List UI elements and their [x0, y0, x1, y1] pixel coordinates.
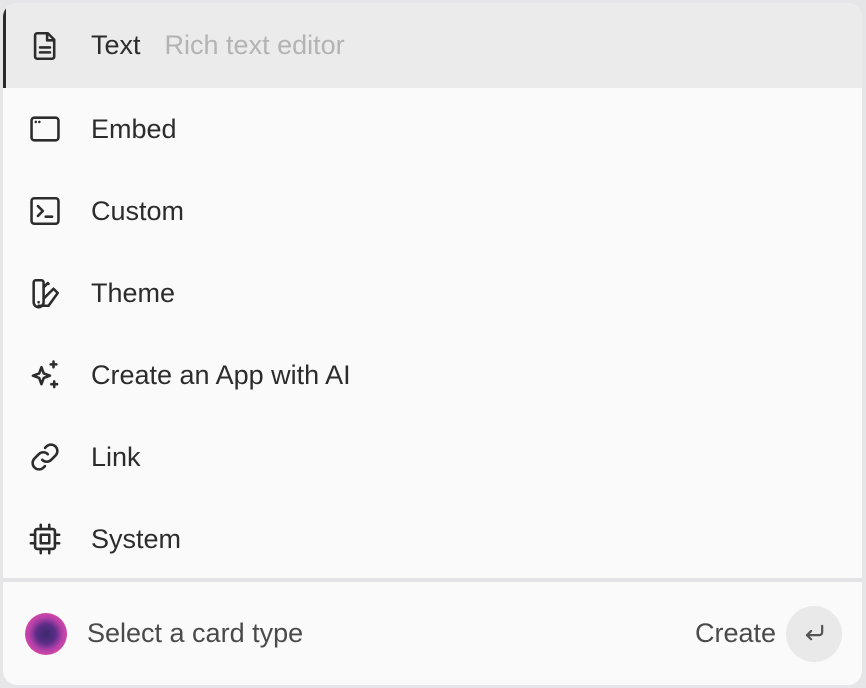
cpu-chip-icon	[27, 521, 63, 557]
browser-window-icon	[27, 111, 63, 147]
ai-orb-icon	[25, 612, 67, 655]
picker-footer: Select a card type Create	[3, 582, 862, 685]
card-type-picker: Text Rich text editor Embed Custom Theme…	[3, 3, 862, 685]
create-label[interactable]: Create	[695, 618, 776, 649]
menu-item-link[interactable]: Link	[3, 416, 862, 498]
menu-item-label: System	[91, 523, 182, 554]
palette-swatch-icon	[27, 275, 63, 311]
menu-item-label: Custom	[91, 195, 185, 226]
terminal-icon	[27, 193, 63, 229]
document-icon	[27, 28, 63, 64]
menu-item-hint: Rich text editor	[164, 30, 345, 60]
footer-prompt: Select a card type	[87, 618, 304, 648]
menu-item-create-app-ai[interactable]: Create an App with AI	[3, 334, 862, 416]
menu-item-label: Embed	[91, 113, 177, 144]
menu-item-theme[interactable]: Theme	[3, 252, 862, 334]
card-type-menu: Text Rich text editor Embed Custom Theme…	[3, 3, 862, 578]
menu-item-label: Theme	[91, 277, 176, 308]
sparkles-icon	[27, 357, 63, 393]
menu-item-embed[interactable]: Embed	[3, 88, 862, 170]
create-button[interactable]	[786, 605, 842, 662]
menu-item-label: Text	[91, 30, 141, 60]
menu-item-text[interactable]: Text Rich text editor	[3, 3, 862, 88]
menu-item-custom[interactable]: Custom	[3, 170, 862, 252]
link-icon	[27, 439, 63, 475]
menu-item-system[interactable]: System	[3, 498, 862, 580]
menu-item-label: Link	[91, 441, 141, 472]
enter-key-icon	[805, 624, 824, 640]
menu-item-label: Create an App with AI	[91, 359, 351, 390]
